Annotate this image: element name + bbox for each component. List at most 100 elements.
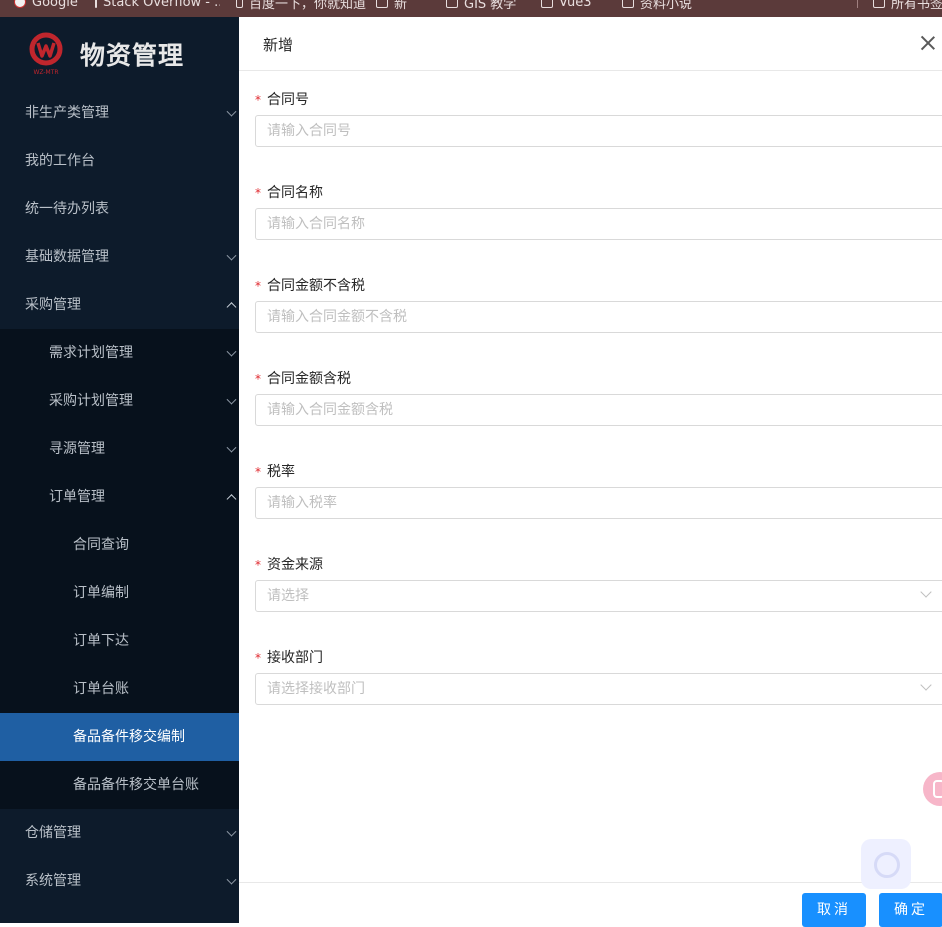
sidebar-item-label: 仓储管理 (25, 825, 81, 841)
sidebar-item-label: 寻源管理 (49, 441, 105, 457)
required-mark: * (255, 186, 261, 200)
logo-text: WZ-MTR (33, 69, 58, 76)
sidebar-item[interactable]: 备品备件移交单台账 (0, 761, 239, 809)
chevron-down-icon (920, 679, 932, 691)
field-label-text: 合同名称 (267, 185, 323, 201)
field-label: * 合同号 (255, 89, 309, 109)
field-label: * 合同金额不含税 (255, 275, 365, 295)
required-mark: * (255, 465, 261, 479)
sidebar-item[interactable]: 系统管理 (0, 857, 239, 905)
dialog-header: 新增 (239, 17, 942, 71)
sidebar-item[interactable]: 订单下达 (0, 617, 239, 665)
text-input[interactable]: 请输入税率 (255, 487, 942, 519)
company-logo-icon: WZ-MTR (29, 32, 63, 76)
sidebar-item[interactable]: 需求计划管理 (0, 329, 239, 377)
field-label: * 合同金额含税 (255, 368, 351, 388)
sidebar-item[interactable]: 采购管理 (0, 281, 239, 329)
field-label-text: 接收部门 (267, 650, 323, 666)
text-input[interactable]: 请输入合同金额不含税 (255, 301, 942, 333)
sidebar-item[interactable]: 我的工作台 (0, 137, 239, 185)
text-input[interactable]: 请输入合同金额含税 (255, 394, 942, 426)
sidebar-item[interactable]: 非生产类管理 (0, 89, 239, 137)
bookmark-all[interactable]: 所有书签 (873, 0, 942, 12)
sidebar-item-label: 系统管理 (25, 873, 81, 889)
required-mark: * (255, 279, 261, 293)
bookmark-folder-gis[interactable]: GIS 教学 (446, 0, 517, 12)
required-mark: * (255, 93, 261, 107)
placeholder-text: 请输入合同名称 (267, 216, 365, 232)
sidebar-item-label: 基础数据管理 (25, 249, 109, 265)
sidebar-item[interactable]: 统一待办列表 (0, 185, 239, 233)
bookmark-folder-novels[interactable]: 资料小说 (622, 0, 693, 12)
bookmark-folder-vue3[interactable]: Vue3 (541, 0, 592, 10)
sidebar-item-label: 合同查询 (73, 537, 129, 553)
dialog-footer: 取消 确定 (239, 882, 942, 927)
sidebar-item-label: 备品备件移交单台账 (73, 777, 199, 793)
sidebar-item[interactable]: 订单台账 (0, 665, 239, 713)
bookmark-label: 所有书签 (891, 0, 942, 12)
chevron-down-icon (226, 874, 237, 885)
sidebar-item[interactable]: 备品备件移交编制 (0, 713, 239, 761)
text-input[interactable]: 请输入合同名称 (255, 208, 942, 240)
sidebar-item-label: 采购管理 (25, 297, 81, 313)
select-field[interactable]: 请选择 (255, 580, 942, 612)
placeholder-text: 请选择接收部门 (267, 681, 365, 697)
sidebar-item-label: 订单下达 (73, 633, 129, 649)
sidebar-item-label: 我的工作台 (25, 153, 95, 169)
ai-helper-icon[interactable] (861, 839, 911, 889)
folder-icon (541, 0, 553, 8)
add-dialog: 新增 * 合同号请输入合同号 * 合同名称请输入合同名称 * 合同金额不含税请输入合同金额… (239, 17, 942, 927)
folder-icon (622, 0, 634, 8)
chevron-down-icon (920, 586, 932, 598)
sidebar-item-label: 订单管理 (49, 489, 105, 505)
bookmark-label: GIS 教学 (464, 0, 517, 12)
chevron-up-icon (226, 494, 237, 505)
bookmark-folder-new[interactable]: 新 (376, 0, 407, 12)
placeholder-text: 请输入合同金额含税 (267, 402, 393, 418)
sidebar-item-label: 采购计划管理 (49, 393, 133, 409)
sidebar-item-label: 非生产类管理 (25, 105, 109, 121)
bookmark-baidu[interactable]: 百度一下，你就知道 (236, 0, 366, 10)
chevron-down-icon (226, 826, 237, 837)
sidebar-item-label: 订单台账 (73, 681, 129, 697)
folder-icon (376, 0, 388, 8)
bookmark-icon (95, 0, 97, 8)
bookmark-label: 资料小说 (640, 0, 693, 12)
field-label-text: 资金来源 (267, 557, 323, 573)
sidebar-item-label: 备品备件移交编制 (73, 729, 185, 745)
folder-icon (446, 0, 458, 8)
text-input[interactable]: 请输入合同号 (255, 115, 942, 147)
sidebar-item[interactable]: 仓储管理 (0, 809, 239, 857)
placeholder-text: 请选择 (267, 588, 309, 604)
field-label-text: 合同号 (267, 92, 309, 108)
sidebar-item[interactable]: 采购计划管理 (0, 377, 239, 425)
sidebar-item[interactable]: 订单管理 (0, 473, 239, 521)
bookmark-label: Stack Overflow - ... (103, 0, 220, 10)
field-label: * 税率 (255, 461, 295, 481)
chevron-down-icon (226, 346, 237, 357)
required-mark: * (255, 651, 261, 665)
bookmark-label: 百度一下，你就知道 (248, 0, 366, 10)
field-label: * 合同名称 (255, 182, 323, 202)
bookmark-label: Vue3 (559, 0, 592, 10)
cancel-button[interactable]: 取消 (802, 893, 866, 927)
sidebar-item[interactable]: 基础数据管理 (0, 233, 239, 281)
ok-button[interactable]: 确定 (879, 893, 942, 927)
field-label-text: 合同金额含税 (267, 371, 351, 387)
sidebar-item[interactable]: 订单编制 (0, 569, 239, 617)
bookmark-stackoverflow[interactable]: Stack Overflow - ... (95, 0, 220, 10)
app-title: 物资管理 (80, 41, 185, 70)
sidebar-item[interactable]: 寻源管理 (0, 425, 239, 473)
placeholder-text: 请输入合同号 (267, 123, 351, 139)
required-mark: * (255, 558, 261, 572)
select-field[interactable]: 请选择接收部门 (255, 673, 942, 705)
close-icon[interactable] (920, 35, 936, 51)
sidebar-item[interactable]: 合同查询 (0, 521, 239, 569)
baidu-icon (236, 0, 243, 8)
field-label: * 资金来源 (255, 554, 323, 574)
bookmarks-divider (857, 0, 858, 8)
field-label-text: 合同金额不含税 (267, 278, 365, 294)
bookmark-google[interactable]: Google (14, 0, 78, 10)
required-mark: * (255, 372, 261, 386)
dialog-title: 新增 (263, 36, 294, 54)
